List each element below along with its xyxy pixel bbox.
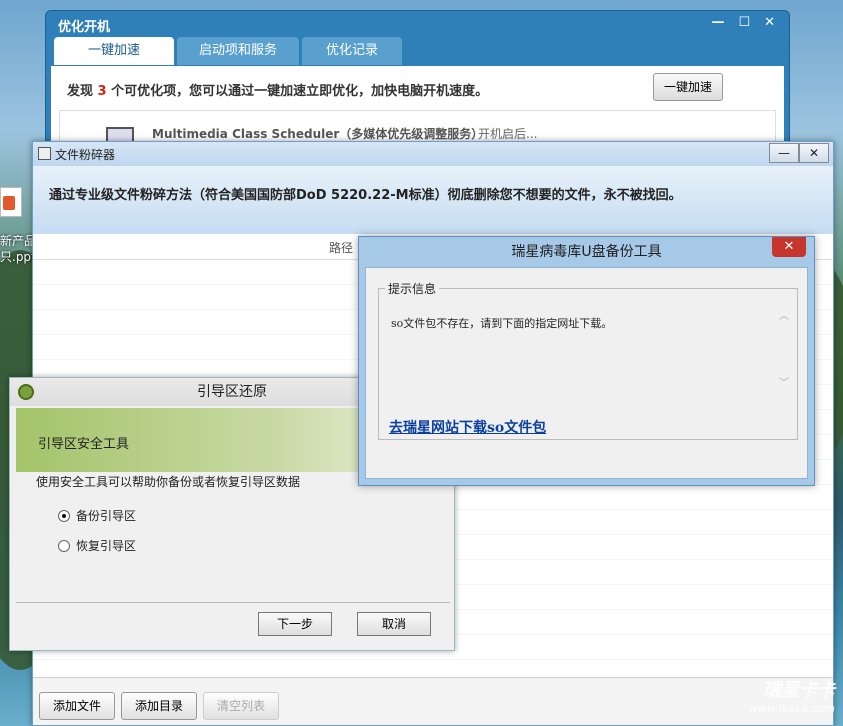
- usb-tool-title: 瑞星病毒库U盘备份工具: [511, 244, 662, 260]
- bootsector-description: 使用安全工具可以帮助你备份或者恢复引导区数据: [36, 475, 301, 489]
- boot-window-title: 优化开机: [58, 20, 111, 35]
- option-backup[interactable]: 备份引导区: [58, 507, 136, 524]
- column-path[interactable]: 路径: [329, 239, 353, 256]
- watermark: 瑞星卡卡 www.ikaka.com: [715, 676, 835, 718]
- tab-one-click[interactable]: 一键加速: [54, 37, 174, 65]
- scroll-up-icon[interactable]: ︿: [775, 307, 793, 322]
- minimize-icon[interactable]: —: [711, 15, 724, 30]
- scrollbar[interactable]: ︿ ﹀: [775, 307, 793, 397]
- clear-list-button[interactable]: 清空列表: [203, 692, 279, 720]
- add-directory-button[interactable]: 添加目录: [121, 692, 197, 720]
- radio-restore[interactable]: [58, 539, 70, 552]
- maximize-icon[interactable]: ☐: [738, 15, 750, 30]
- ppt-file-icon: [0, 187, 22, 217]
- shredder-app-icon: [38, 147, 51, 160]
- boot-optimize-window: 优化开机 — ☐ ✕ 一键加速 启动项和服务 优化记录 发现 3 个可优化项，您…: [45, 10, 790, 150]
- found-message: 发现 3 个可优化项，您可以通过一键加速立即优化，加快电脑开机速度。: [67, 84, 489, 99]
- shredder-titlebar[interactable]: 文件粉碎器 — ✕: [33, 142, 833, 166]
- radio-backup[interactable]: [58, 509, 70, 522]
- service-state: 开机启后...: [478, 127, 538, 141]
- shredder-title: 文件粉碎器: [55, 148, 116, 162]
- usb-backup-tool-window: 瑞星病毒库U盘备份工具 ✕ 提示信息 so文件包不存在，请到下面的指定网址下载。…: [358, 236, 815, 486]
- usb-tool-titlebar[interactable]: 瑞星病毒库U盘备份工具 ✕: [359, 237, 814, 267]
- next-button[interactable]: 下一步: [258, 612, 332, 636]
- close-icon[interactable]: ✕: [764, 15, 775, 30]
- banner-text: 引导区安全工具: [38, 437, 130, 452]
- minimize-icon[interactable]: —: [769, 143, 799, 163]
- watermark-brand: 瑞星卡卡: [763, 680, 835, 701]
- shredder-footer: 添加文件 添加目录 清空列表: [33, 677, 833, 725]
- shredder-header: 通过专业级文件粉碎方法（符合美国国防部DoD 5220.22-M标准）彻底删除您…: [33, 166, 833, 234]
- close-icon[interactable]: ✕: [799, 143, 829, 163]
- info-group: 提示信息 so文件包不存在，请到下面的指定网址下载。 ︿ ﹀ 去瑞星网站下载so…: [378, 280, 798, 440]
- info-group-label: 提示信息: [388, 282, 437, 296]
- add-file-button[interactable]: 添加文件: [39, 692, 115, 720]
- bootsector-title: 引导区还原: [197, 384, 267, 400]
- info-message: so文件包不存在，请到下面的指定网址下载。: [391, 317, 613, 330]
- scroll-down-icon[interactable]: ﹀: [775, 374, 793, 389]
- found-count: 3: [97, 84, 107, 99]
- tab-startup-services[interactable]: 启动项和服务: [177, 37, 299, 65]
- divider: [16, 602, 450, 603]
- download-link[interactable]: 去瑞星网站下载so文件包: [389, 417, 546, 437]
- watermark-url: www.ikaka.com: [748, 702, 835, 715]
- service-name: Multimedia Class Scheduler（多媒体优先级调整服务）: [152, 127, 484, 141]
- option-restore[interactable]: 恢复引导区: [58, 537, 136, 554]
- one-click-accelerate-button[interactable]: 一键加速: [653, 73, 723, 101]
- tab-records[interactable]: 优化记录: [302, 37, 402, 65]
- boot-window-titlebar[interactable]: 优化开机 — ☐ ✕: [46, 11, 789, 37]
- shield-icon: [18, 384, 34, 400]
- cancel-button[interactable]: 取消: [357, 612, 431, 636]
- close-button[interactable]: ✕: [772, 237, 806, 257]
